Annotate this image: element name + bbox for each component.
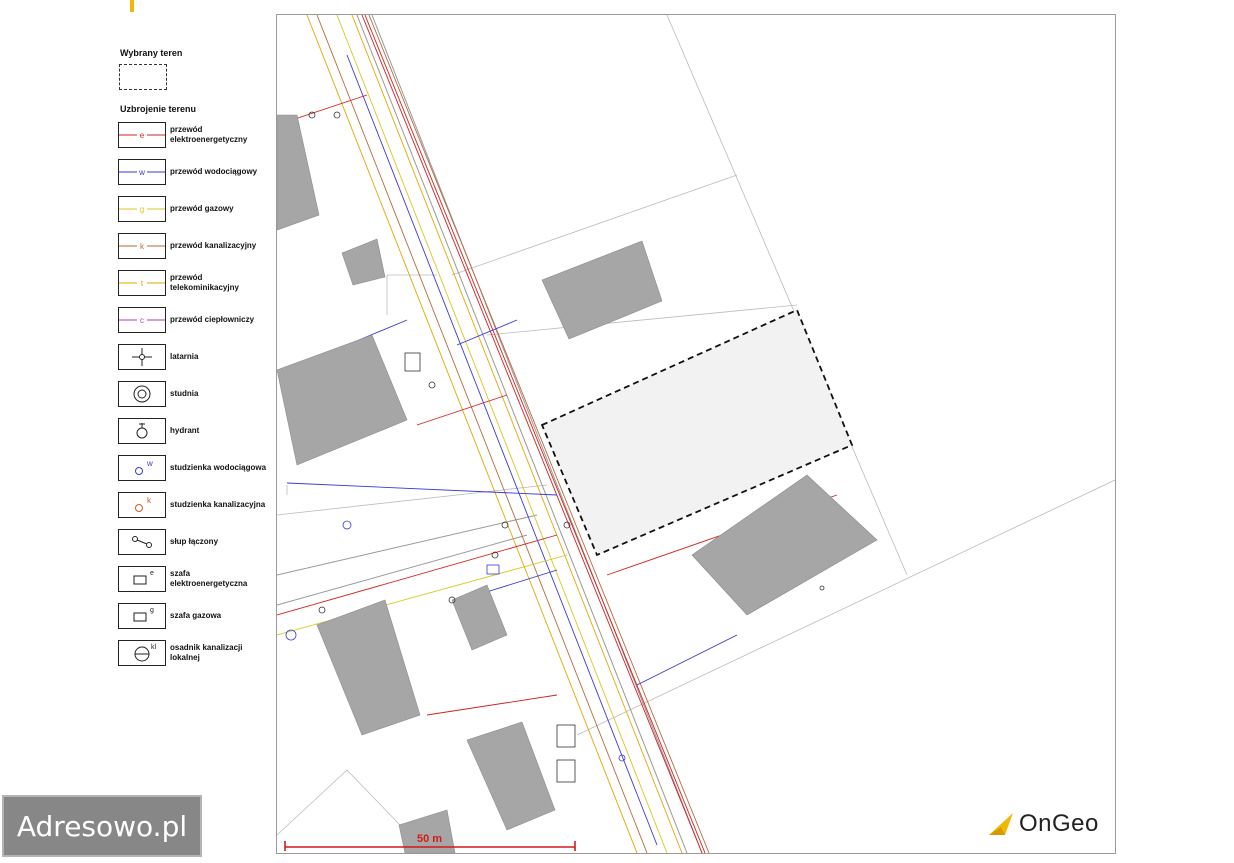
legend-item-label: słup łączony [170,537,219,546]
legend-item: słup łączony [118,527,268,557]
sewer-manhole-icon: k [118,492,166,518]
hydrant-icon [118,418,166,444]
septic-icon: kl [118,640,166,666]
cabinet-icon: e [118,566,166,592]
line-symbol-icon: k [118,233,166,259]
legend-item-label: przewód wodociągowy [170,167,258,176]
pole-icon [118,529,166,555]
line-symbol-icon: g [118,196,166,222]
adresowo-watermark: Adresowo.pl [2,795,202,857]
scale-label: 50 m [417,833,443,845]
svg-text:e: e [150,570,154,577]
legend-items: e przewód elektroenergetyczny w przewód wo… [118,120,268,668]
ongeo-logo-icon [989,813,1013,835]
legend-item-label: przewód elektroenergetyczny [170,125,248,144]
selected-area-swatch [119,64,167,90]
svg-text:w: w [138,168,145,177]
ongeo-logo: OnGeo [987,810,1099,838]
legend-item: k studzienka kanalizacyjna [118,490,268,520]
legend-item-label: szafa elektroenergetyczna [170,569,248,588]
legend-item: k przewód kanalizacyjny [118,231,268,261]
legend-item-label: szafa gazowa [170,611,222,620]
map-view[interactable]: 50 m OnGeo [276,14,1116,854]
svg-text:t: t [141,279,144,288]
legend-item: c przewód ciepłowniczy [118,305,268,335]
line-symbol-icon: c [118,307,166,333]
brand-name: OnGeo [1019,810,1099,837]
legend-item-label: przewód ciepłowniczy [170,315,255,324]
legend-item: w przewód wodociągowy [118,157,268,187]
legend-item-label: przewód kanalizacyjny [170,241,257,250]
line-symbol-icon: e [118,122,166,148]
map-legend: Wybrany teren Uzbrojenie terenu e przewód… [118,48,268,675]
legend-item-label: studzienka wodociągowa [170,463,267,472]
legend-item: e szafa elektroenergetyczna [118,564,268,594]
legend-item-label: studzienka kanalizacyjna [170,500,266,509]
lamp-icon [118,344,166,370]
legend-item-label: przewód telekominikacyjny [170,273,239,292]
legend-item: kl osadnik kanalizacji lokalnej [118,638,268,668]
legend-item: g szafa gazowa [118,601,268,631]
svg-text:c: c [140,316,144,325]
water-manhole-icon: w [118,455,166,481]
line-symbol-icon: w [118,159,166,185]
legend-item-label: osadnik kanalizacji lokalnej [170,643,243,662]
line-symbol-icon: t [118,270,166,296]
well-icon [118,381,166,407]
legend-item: latarnia [118,342,268,372]
legend-item: e przewód elektroenergetyczny [118,120,268,150]
svg-text:g: g [140,205,144,214]
top-accent-bar [130,0,134,12]
legend-item-label: hydrant [170,426,200,435]
map-canvas[interactable] [277,15,1115,853]
svg-text:kl: kl [151,644,157,651]
svg-text:g: g [150,607,154,614]
legend-item: w studzienka wodociągowa [118,453,268,483]
legend-item: t przewód telekominikacyjny [118,268,268,298]
legend-item-label: studnia [170,389,199,398]
svg-text:k: k [147,496,152,505]
legend-item-label: latarnia [170,352,199,361]
legend-item: hydrant [118,416,268,446]
legend-selected-title: Wybrany teren [120,48,183,58]
legend-item: studnia [118,379,268,409]
cabinet-icon: g [118,603,166,629]
legend-item: g przewód gazowy [118,194,268,224]
svg-text:k: k [140,242,145,251]
svg-text:e: e [140,131,145,140]
legend-equipment-title: Uzbrojenie terenu [120,104,197,114]
svg-text:w: w [146,459,153,468]
legend-item-label: przewód gazowy [170,204,234,213]
watermark-text: Adresowo.pl [16,809,188,843]
